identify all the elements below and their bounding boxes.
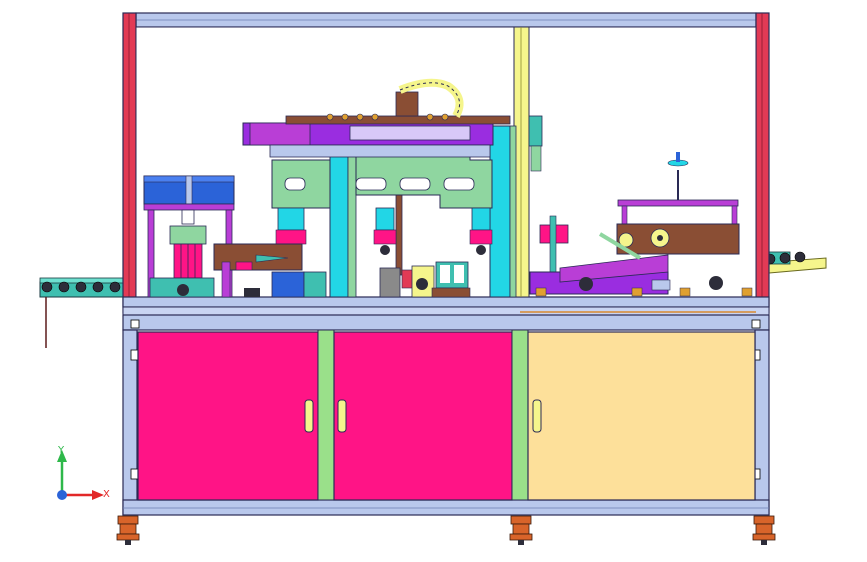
conveyor-rollers: [764, 251, 806, 265]
work-table: [122, 296, 770, 308]
door-left: [137, 331, 319, 501]
coordinate-triad: Y X: [57, 445, 110, 500]
door-divider: [317, 329, 335, 501]
triad-y-label: Y: [57, 445, 65, 456]
door-right: [527, 331, 756, 501]
leveling-casters: [116, 515, 776, 545]
machine-assembly-drawing: Y X: [39, 12, 827, 545]
cabinet-doors: [137, 329, 756, 501]
door-center: [333, 331, 513, 501]
door-divider: [511, 329, 529, 501]
triad-x-label: X: [103, 489, 110, 500]
